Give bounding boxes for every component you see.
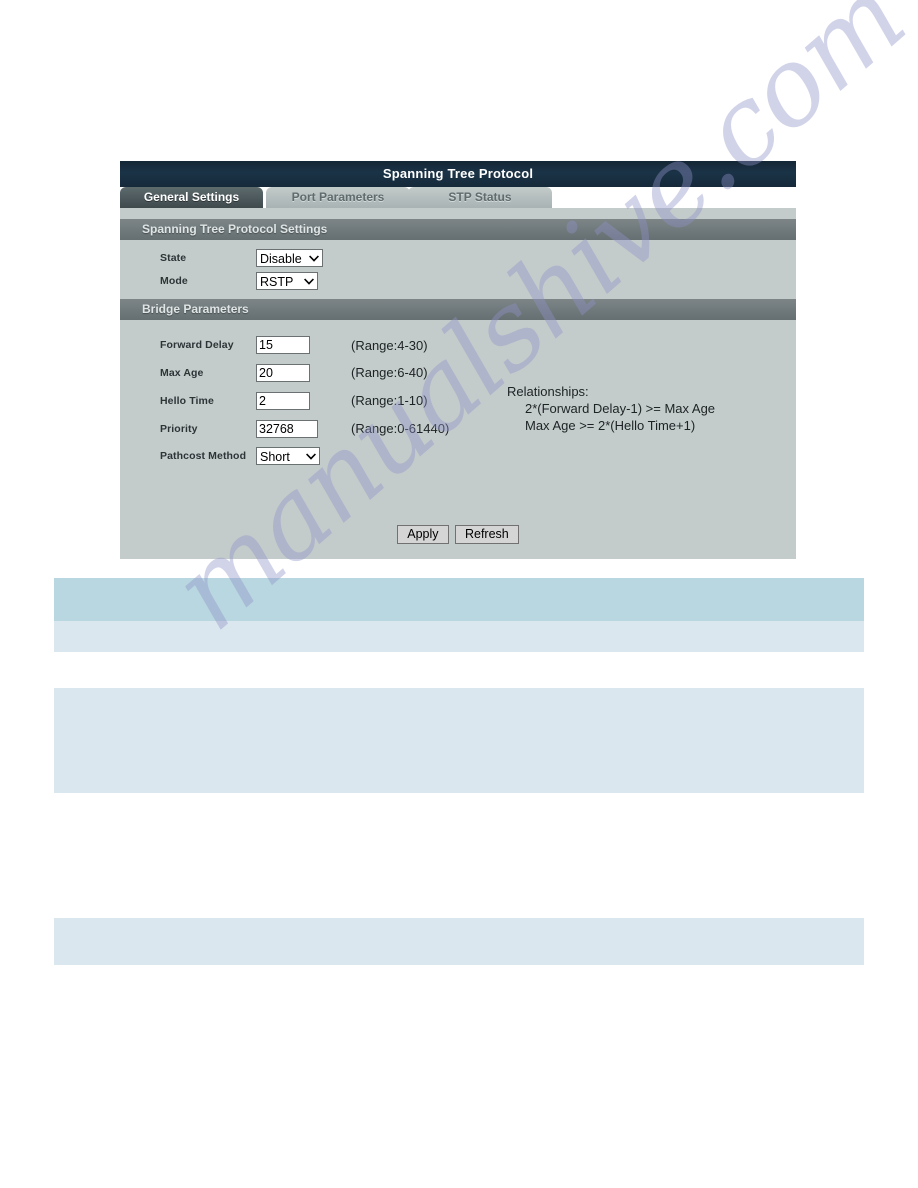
redacted-text-block-3	[54, 918, 864, 965]
stp-configuration-panel: Spanning Tree Protocol General Settings …	[120, 161, 796, 559]
note-priority-range: (Range:0-61440)	[351, 421, 450, 436]
chevron-down-icon	[309, 254, 319, 262]
label-hello-time: Hello Time	[160, 394, 214, 407]
form-row-max-age: Max Age (Range:6-40)	[120, 359, 796, 386]
field-max-age	[256, 363, 344, 382]
priority-input[interactable]	[256, 419, 318, 438]
field-pathcost-method: Short	[256, 446, 344, 466]
refresh-button[interactable]: Refresh	[454, 525, 519, 544]
apply-button[interactable]: Apply	[397, 525, 449, 544]
label-state: State	[160, 252, 187, 264]
form-row-mode: Mode RSTP	[120, 270, 796, 292]
label-max-age: Max Age	[160, 366, 204, 379]
note-forward-delay-range: (Range:4-30)	[351, 337, 428, 353]
redacted-text-block-1-highlight	[54, 578, 864, 621]
label-mode: Mode	[160, 275, 188, 287]
chevron-down-icon	[304, 277, 314, 285]
field-forward-delay	[256, 336, 344, 354]
form-row-state: State Disable	[120, 247, 796, 269]
mode-select[interactable]: RSTP	[256, 271, 318, 290]
relationships-line-2: Max Age >= 2*(Hello Time+1)	[525, 418, 696, 433]
chevron-down-icon	[306, 452, 316, 460]
redacted-text-block-2	[54, 688, 864, 793]
pathcost-method-select-value: Short	[260, 449, 290, 464]
max-age-input[interactable]	[256, 363, 310, 382]
note-max-age-range: (Range:6-40)	[351, 365, 428, 380]
page-title: Spanning Tree Protocol	[120, 161, 796, 187]
note-hello-time-range: (Range:1-10)	[351, 393, 428, 408]
section-body-stp-settings: State Disable Mode RSTP	[120, 240, 796, 299]
relationships-title: Relationships:	[507, 384, 589, 399]
section-header-stp-settings: Spanning Tree Protocol Settings	[120, 219, 796, 240]
label-forward-delay: Forward Delay	[160, 339, 234, 351]
redacted-text-block-1-body	[54, 621, 864, 652]
section-header-bridge-parameters: Bridge Parameters	[120, 299, 796, 320]
hello-time-input[interactable]	[256, 391, 310, 410]
label-priority: Priority	[160, 422, 198, 435]
state-select[interactable]: Disable	[256, 248, 323, 267]
tab-underline	[120, 208, 796, 219]
field-state: Disable	[256, 248, 344, 268]
field-priority	[256, 419, 344, 438]
form-row-forward-delay: Forward Delay (Range:4-30)	[120, 332, 796, 358]
tab-port-parameters[interactable]: Port Parameters	[266, 187, 410, 208]
tab-stp-status[interactable]: STP Status	[408, 187, 552, 208]
relationships-line-1: 2*(Forward Delay-1) >= Max Age	[525, 401, 716, 416]
forward-delay-input[interactable]	[256, 336, 310, 354]
tab-bar: General Settings Port Parameters STP Sta…	[120, 187, 796, 208]
field-mode: RSTP	[256, 271, 344, 291]
form-row-pathcost-method: Pathcost Method Short	[120, 443, 796, 469]
field-hello-time	[256, 391, 344, 410]
label-pathcost-method: Pathcost Method	[160, 450, 247, 462]
relationships-note: Relationships: 2*(Forward Delay-1) >= Ma…	[507, 383, 715, 434]
tab-general-settings[interactable]: General Settings	[120, 187, 263, 208]
action-button-row: Apply Refresh	[120, 525, 796, 544]
pathcost-method-select[interactable]: Short	[256, 446, 320, 465]
